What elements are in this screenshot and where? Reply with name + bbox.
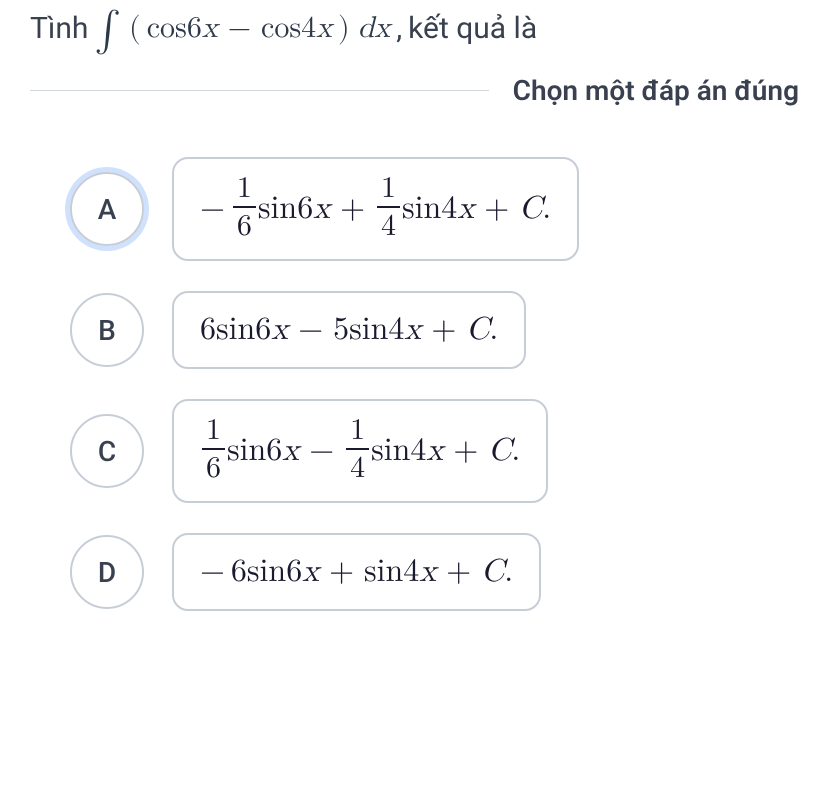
C-C: C [488,432,511,470]
C-frac2: 1 4 [346,415,369,483]
C-frac1: 1 6 [202,415,225,483]
D-op1: + [329,553,354,591]
A-op2: + [484,190,509,228]
A-C: C [519,190,542,228]
C-sin2: sin4 [371,432,426,470]
question-prefix: Tình [30,11,88,46]
A-lead-neg: − [200,190,225,228]
D-lead-neg: − [200,553,225,591]
D-C: C [481,553,504,591]
C-op2: + [453,432,478,470]
q-minus: − [228,10,251,46]
B-sin2-x: x [404,311,421,349]
A-frac2-den: 4 [377,208,400,241]
q-term2-x: x [316,10,332,46]
A-frac1-den: 6 [233,208,256,241]
C-op1: − [309,432,334,470]
A-sin2: sin4 [402,190,457,228]
q-comma: , [396,11,402,46]
open-paren: ( [129,10,141,46]
q-diff-x: x [374,10,390,46]
option-radio-A[interactable]: A [70,172,144,246]
B-op2: + [431,311,456,349]
C-sin2-x: x [426,432,443,470]
D-sin2-x: x [419,553,436,591]
instruction-row: Chọn một đáp án đúng [30,74,799,107]
B-op1: − [298,311,323,349]
C-sin1-x: x [282,432,299,470]
B-sin1-x: x [271,311,288,349]
option-letter-C: C [98,435,116,468]
C-sin1: sin6 [227,432,282,470]
option-letter-B: B [98,314,116,347]
options-list: A − 1 6 sin6x + 1 4 sin4x + C. [30,157,799,611]
question-integral-expression: ∫ ( cos6x − cos4x ) dx [94,10,390,46]
option-row-B: B 6sin6x − 5sin4x + C. [70,291,799,369]
C-frac2-den: 4 [346,450,369,483]
option-answer-C[interactable]: 1 6 sin6x − 1 4 sin4x + C. [172,399,548,503]
option-answer-A[interactable]: − 1 6 sin6x + 1 4 sin4x + C. [172,157,579,261]
B-sin1: 6sin6 [200,311,271,349]
option-row-C: C 1 6 sin6x − 1 4 sin4x + C. [70,399,799,503]
A-sin1: sin6 [258,190,313,228]
option-letter-A: A [98,193,117,226]
option-letter-D: D [98,556,116,589]
C-frac2-num: 1 [346,415,369,450]
A-frac2: 1 4 [377,173,400,241]
A-frac1-num: 1 [233,173,256,208]
option-answer-D[interactable]: − 6sin6x + sin4x + C. [172,533,541,611]
option-radio-B[interactable]: B [70,293,144,367]
A-dot: . [542,190,551,228]
D-sin2: sin4 [364,553,419,591]
B-sin2: 5sin4 [333,311,404,349]
D-sin1: 6sin6 [231,553,302,591]
D-op2: + [446,553,471,591]
A-sin2-x: x [457,190,474,228]
q-diff-d: d [358,10,375,46]
A-frac1: 1 6 [233,173,256,241]
C-frac1-num: 1 [202,415,225,450]
D-dot: . [504,553,513,591]
C-frac1-den: 6 [202,450,225,483]
A-op1: + [340,190,365,228]
B-C: C [466,311,489,349]
option-answer-B[interactable]: 6sin6x − 5sin4x + C. [172,291,526,369]
q-term2-cos: cos4 [261,10,316,46]
integral-sign: ∫ [94,20,121,40]
divider-line [30,90,489,91]
instruction-text: Chọn một đáp án đúng [513,74,799,107]
option-row-D: D − 6sin6x + sin4x + C. [70,533,799,611]
question-text: Tình ∫ ( cos6x − cos4x ) dx , kết quả là [30,10,799,46]
D-sin1-x: x [302,553,319,591]
close-paren: ) [338,10,350,46]
C-dot: . [511,432,520,470]
question-suffix: kết quả là [408,11,537,46]
A-sin1-x: x [313,190,330,228]
B-dot: . [489,311,498,349]
option-radio-C[interactable]: C [70,414,144,488]
A-frac2-num: 1 [377,173,400,208]
option-row-A: A − 1 6 sin6x + 1 4 sin4x + C. [70,157,799,261]
q-term1-cos: cos6 [147,10,202,46]
option-radio-D[interactable]: D [70,535,144,609]
q-term1-x: x [202,10,218,46]
